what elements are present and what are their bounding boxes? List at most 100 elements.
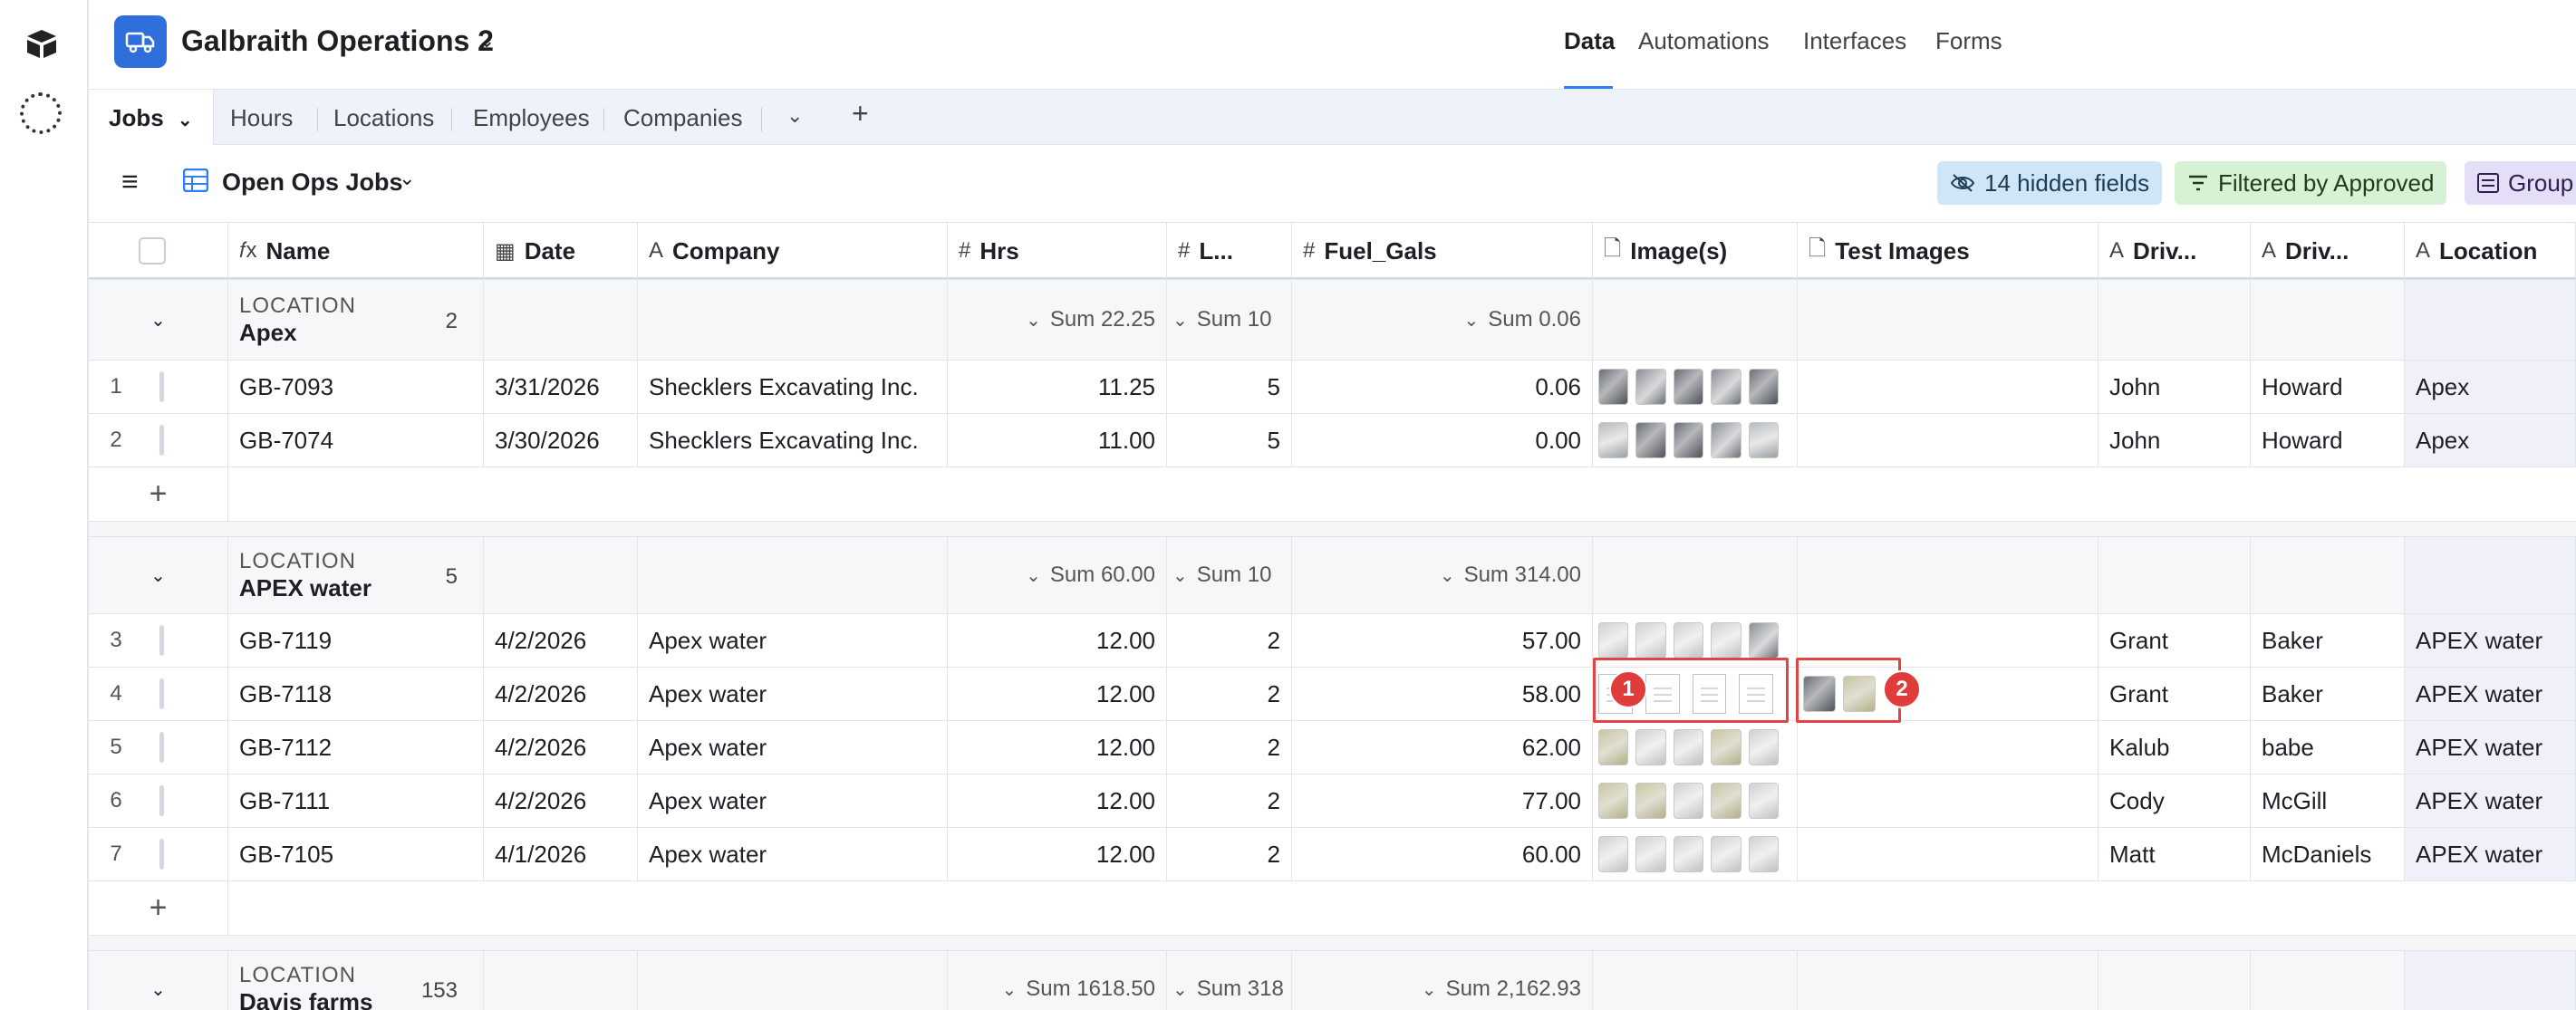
tab-hours[interactable]: Hours [230, 104, 293, 132]
cell-location[interactable]: APEX water [2405, 774, 2576, 827]
cell-name[interactable]: GB-7111 [228, 774, 484, 827]
image-thumbnail[interactable] [1711, 783, 1741, 819]
cell-location[interactable]: Apex [2405, 414, 2576, 467]
cell-images[interactable] [1593, 828, 1798, 880]
summary-l[interactable]: ⌄ Sum 10 [1167, 280, 1292, 360]
select-all-checkbox[interactable] [138, 237, 166, 265]
column-header-l[interactable]: # L... [1167, 223, 1292, 279]
cell-name[interactable]: GB-7118 [228, 668, 484, 720]
cell-name[interactable]: GB-7112 [228, 721, 484, 774]
cell-hrs[interactable]: 12.00 [948, 721, 1167, 774]
cell-images[interactable] [1593, 721, 1798, 774]
row-drag-handle[interactable] [159, 371, 164, 402]
cell-driver-first[interactable]: John [2098, 361, 2251, 413]
column-header-date[interactable]: ▦ Date [484, 223, 638, 279]
cell-fuel[interactable]: 58.00 [1292, 668, 1593, 720]
cell-images[interactable] [1593, 361, 1798, 413]
cell-driver-last[interactable]: Baker [2251, 668, 2405, 720]
cell-driver-last[interactable]: Baker [2251, 614, 2405, 667]
cell-driver-first[interactable]: John [2098, 414, 2251, 467]
cell-l[interactable]: 2 [1167, 828, 1292, 880]
column-header-driver-last[interactable]: A Driv... [2251, 223, 2405, 279]
cell-hrs[interactable]: 12.00 [948, 828, 1167, 880]
cell-l[interactable]: 2 [1167, 668, 1292, 720]
cell-date[interactable]: 4/2/2026 [484, 614, 638, 667]
image-thumbnail[interactable] [1673, 622, 1704, 659]
cell-date[interactable]: 4/1/2026 [484, 828, 638, 880]
collapse-group-chevron-icon[interactable]: ⌄ [89, 537, 228, 613]
tab-locations[interactable]: Locations [333, 104, 434, 132]
image-thumbnail[interactable] [1748, 369, 1780, 405]
image-thumbnail[interactable] [1598, 369, 1629, 405]
table-row[interactable]: 5 GB-7112 4/2/2026 Apex water 12.00 2 62.00 Kal… [89, 721, 2576, 774]
cell-company[interactable]: Apex water [638, 614, 948, 667]
group-header-row[interactable]: ⌄ LOCATION APEX water 5 ⌄ Sum 60.00 ⌄ Sum … [89, 536, 2576, 614]
column-header-name[interactable]: 𝑓x Name [228, 223, 484, 279]
row-number-cell[interactable]: 2 [89, 414, 228, 467]
cell-name[interactable]: GB-7119 [228, 614, 484, 667]
image-thumbnail[interactable] [1598, 422, 1629, 458]
tab-employees[interactable]: Employees [473, 104, 590, 132]
nav-interfaces[interactable]: Interfaces [1803, 27, 1906, 55]
cell-location[interactable]: APEX water [2405, 721, 2576, 774]
table-row[interactable]: 3 GB-7119 4/2/2026 Apex water 12.00 2 57.00 Gra… [89, 614, 2576, 668]
summary-l[interactable]: ⌄ Sum 318 [1167, 951, 1292, 1010]
add-record-row[interactable]: + [89, 881, 2576, 936]
cell-test-images[interactable] [1798, 774, 2098, 827]
cell-hrs[interactable]: 12.00 [948, 614, 1167, 667]
row-drag-handle[interactable] [159, 732, 164, 763]
cell-fuel[interactable]: 0.00 [1292, 414, 1593, 467]
row-drag-handle[interactable] [159, 785, 164, 816]
row-number-cell[interactable]: 3 [89, 614, 228, 667]
app-title[interactable]: Galbraith Operations 2 [181, 24, 494, 58]
cell-l[interactable]: 2 [1167, 614, 1292, 667]
image-thumbnail[interactable] [1598, 783, 1629, 819]
row-number-cell[interactable]: 1 [89, 361, 228, 413]
table-row[interactable]: 4 GB-7118 4/2/2026 Apex water 12.00 2 58.00 Gra… [89, 668, 2576, 721]
table-row[interactable]: 7 GB-7105 4/1/2026 Apex water 12.00 2 60.00 Mat… [89, 828, 2576, 881]
row-drag-handle[interactable] [159, 678, 164, 709]
image-thumbnail[interactable] [1635, 369, 1666, 405]
cell-driver-first[interactable]: Matt [2098, 828, 2251, 880]
cell-l[interactable]: 5 [1167, 361, 1292, 413]
image-thumbnail[interactable] [1673, 783, 1704, 819]
cell-fuel[interactable]: 57.00 [1292, 614, 1593, 667]
image-thumbnail[interactable] [1635, 729, 1666, 765]
table-row[interactable]: 6 GB-7111 4/2/2026 Apex water 12.00 2 77.00 Cod… [89, 774, 2576, 828]
image-thumbnail[interactable] [1711, 729, 1741, 765]
collapse-group-chevron-icon[interactable]: ⌄ [89, 280, 228, 360]
cell-fuel[interactable]: 62.00 [1292, 721, 1593, 774]
cell-driver-last[interactable]: McDaniels [2251, 828, 2405, 880]
tab-companies[interactable]: Companies [623, 104, 743, 132]
image-thumbnail[interactable] [1598, 622, 1629, 659]
cell-images[interactable] [1593, 414, 1798, 467]
cell-name[interactable]: GB-7105 [228, 828, 484, 880]
cell-company[interactable]: Shecklers Excavating Inc. [638, 361, 948, 413]
cell-driver-first[interactable]: Cody [2098, 774, 2251, 827]
summary-fuel[interactable]: ⌄ Sum 314.00 [1292, 537, 1593, 613]
image-thumbnail[interactable] [1635, 783, 1666, 819]
image-thumbnail[interactable] [1748, 836, 1780, 872]
cell-l[interactable]: 5 [1167, 414, 1292, 467]
cell-date[interactable]: 3/30/2026 [484, 414, 638, 467]
group-header-row[interactable]: ⌄ LOCATION Apex 2 ⌄ Sum 22.25 ⌄ Sum 10 ⌄ Su… [89, 279, 2576, 361]
column-header-driver-first[interactable]: A Driv... [2098, 223, 2251, 279]
cell-location[interactable]: Apex [2405, 361, 2576, 413]
row-drag-handle[interactable] [159, 425, 164, 456]
cell-driver-first[interactable]: Grant [2098, 668, 2251, 720]
cell-location[interactable]: APEX water [2405, 614, 2576, 667]
group-header-row[interactable]: ⌄ LOCATION Davis farms 153 ⌄ Sum 1618.50 … [89, 950, 2576, 1010]
column-header-fuel-gals[interactable]: # Fuel_Gals [1292, 223, 1593, 279]
cell-date[interactable]: 4/2/2026 [484, 668, 638, 720]
row-drag-handle[interactable] [159, 839, 164, 870]
image-thumbnail[interactable] [1711, 422, 1741, 458]
cell-driver-last[interactable]: babe [2251, 721, 2405, 774]
row-drag-handle[interactable] [159, 625, 164, 656]
image-thumbnail[interactable] [1711, 836, 1741, 872]
cell-driver-last[interactable]: McGill [2251, 774, 2405, 827]
row-number-cell[interactable]: 4 [89, 668, 228, 720]
cell-name[interactable]: GB-7074 [228, 414, 484, 467]
airtable-logo-icon[interactable] [24, 25, 60, 62]
cell-fuel[interactable]: 77.00 [1292, 774, 1593, 827]
add-record-row[interactable]: + [89, 467, 2576, 522]
